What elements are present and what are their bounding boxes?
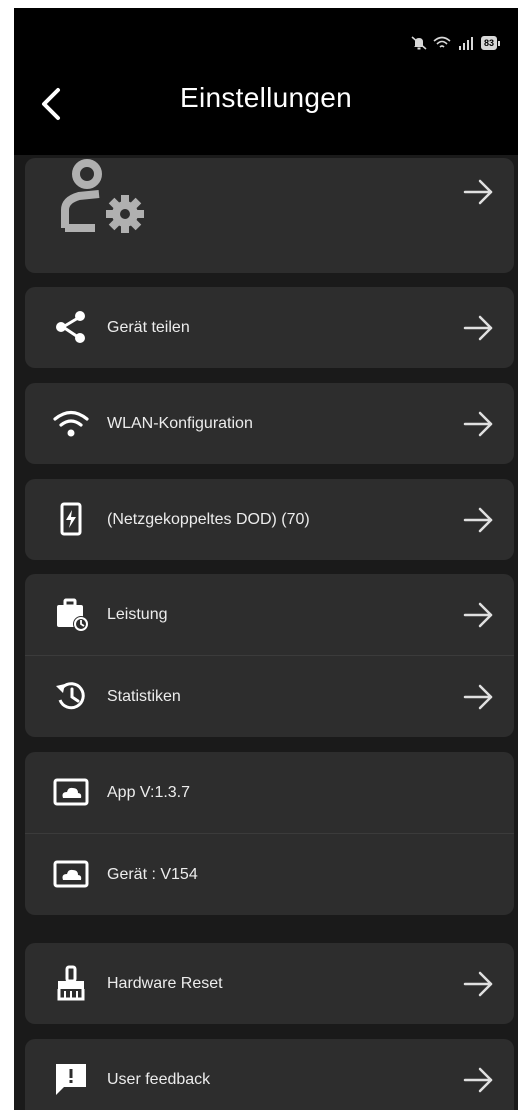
cloud-image-icon bbox=[53, 778, 89, 806]
share-device-card: Gerät teilen bbox=[25, 287, 514, 368]
hardware-reset-label: Hardware Reset bbox=[107, 975, 223, 992]
arrow-right-icon bbox=[463, 1067, 493, 1093]
battery-level: 83 bbox=[480, 36, 497, 50]
phone-screen: 83 Einstellungen Gerät teilen WLAN-Konfi… bbox=[14, 8, 518, 1110]
performance-card: Leistung Statistiken bbox=[25, 574, 514, 737]
version-card: App V:1.3.7 Gerät : V154 bbox=[25, 752, 514, 915]
battery-indicator: 83 bbox=[480, 36, 500, 50]
battery-flash-icon bbox=[60, 502, 82, 536]
wlan-config-label: WLAN-Konfiguration bbox=[107, 415, 253, 432]
feedback-icon bbox=[56, 1064, 86, 1095]
user-feedback-card: User feedback bbox=[25, 1039, 514, 1110]
share-icon bbox=[56, 311, 85, 343]
hardware-reset-card: Hardware Reset bbox=[25, 943, 514, 1024]
app-version-label: App V:1.3.7 bbox=[107, 784, 191, 801]
brush-icon bbox=[57, 965, 85, 1001]
device-version-label: Gerät : V154 bbox=[107, 866, 198, 883]
status-bar: 83 bbox=[411, 36, 500, 50]
user-feedback-row[interactable]: User feedback bbox=[25, 1039, 514, 1110]
device-version-row: Gerät : V154 bbox=[25, 834, 514, 915]
cloud-image-icon bbox=[53, 860, 89, 888]
dod-card: (Netzgekoppeltes DOD) (70) bbox=[25, 479, 514, 560]
wlan-config-row[interactable]: WLAN-Konfiguration bbox=[25, 383, 514, 464]
arrow-right-icon bbox=[463, 602, 493, 628]
performance-label: Leistung bbox=[107, 606, 168, 623]
signal-icon bbox=[458, 37, 473, 50]
arrow-right-icon bbox=[463, 411, 493, 437]
arrow-right-icon bbox=[463, 507, 493, 533]
page-title: Einstellungen bbox=[179, 82, 353, 113]
arrow-right-icon bbox=[463, 315, 493, 341]
grid-dod-row[interactable]: (Netzgekoppeltes DOD) (70) bbox=[25, 479, 514, 560]
share-device-row[interactable]: Gerät teilen bbox=[25, 287, 514, 368]
wifi-status-icon bbox=[433, 36, 451, 48]
performance-row[interactable]: Leistung bbox=[25, 574, 514, 655]
wlan-card: WLAN-Konfiguration bbox=[25, 383, 514, 464]
history-icon bbox=[56, 682, 85, 710]
wifi-icon bbox=[53, 410, 89, 437]
user-feedback-label: User feedback bbox=[107, 1071, 211, 1088]
profile-card[interactable] bbox=[25, 158, 514, 273]
share-device-label: Gerät teilen bbox=[107, 319, 190, 336]
statistics-row[interactable]: Statistiken bbox=[25, 656, 514, 737]
app-version-row: App V:1.3.7 bbox=[25, 752, 514, 833]
arrow-right-icon bbox=[463, 684, 493, 710]
briefcase-clock-icon bbox=[57, 598, 89, 632]
hardware-reset-row[interactable]: Hardware Reset bbox=[25, 943, 514, 1024]
arrow-right-icon bbox=[463, 179, 493, 205]
arrow-right-icon bbox=[463, 971, 493, 997]
user-settings-icon bbox=[61, 159, 144, 233]
grid-dod-label: (Netzgekoppeltes DOD) (70) bbox=[107, 511, 310, 528]
statistics-label: Statistiken bbox=[107, 688, 181, 705]
top-bar: 83 Einstellungen bbox=[14, 8, 518, 155]
mute-bell-icon bbox=[411, 36, 427, 50]
